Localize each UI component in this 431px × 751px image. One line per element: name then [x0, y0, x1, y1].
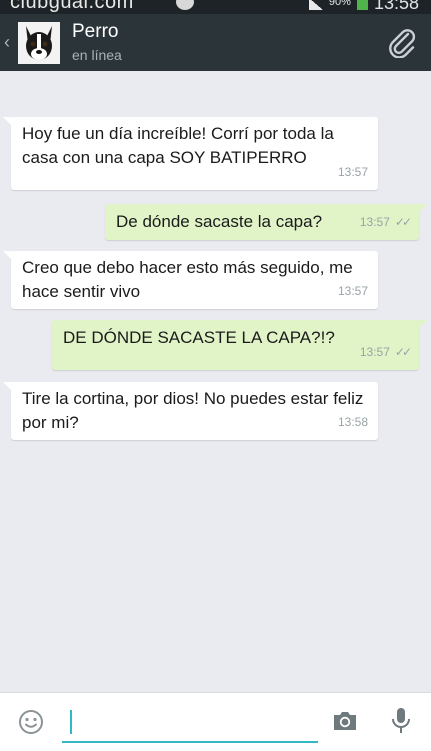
status-bar: clubgual.com 90% 13:58 [0, 0, 431, 14]
message-bubble-incoming[interactable]: Creo que debo hacer esto más seguido, me… [3, 251, 378, 309]
contact-name[interactable]: Perro [72, 21, 118, 43]
paperclip-icon[interactable] [387, 28, 417, 58]
message-time: 13:57 [359, 345, 390, 359]
message-time: 13:57 [337, 284, 368, 298]
message-time: 13:57 [359, 215, 390, 229]
message-text: Creo que debo hacer esto más seguido, me… [22, 258, 353, 301]
clock: 13:58 [373, 0, 419, 13]
message-meta: 13:57 [338, 279, 368, 303]
message-text: De dónde sacaste la capa? [116, 212, 323, 231]
bubble-tail [3, 117, 12, 126]
signal-icon [308, 0, 323, 10]
text-cursor [70, 710, 72, 734]
back-icon[interactable]: ‹ [4, 32, 10, 53]
battery-percent: 90% [328, 0, 351, 8]
avatar[interactable] [18, 22, 60, 64]
message-time: 13:57 [337, 165, 368, 179]
bubble-tail [418, 204, 427, 213]
battery-icon [356, 0, 368, 10]
double-check-icon: ✓✓ [394, 215, 412, 229]
status-bar-right: 90% 13:58 [308, 0, 419, 14]
bubble-tail [3, 251, 12, 260]
message-meta: 13:58 [338, 410, 368, 434]
message-meta: 13:57 [338, 160, 368, 184]
message-bubble-outgoing[interactable]: De dónde sacaste la capa? 13:57 ✓✓ [105, 204, 427, 240]
message-text: Tire la cortina, por dios! No puedes est… [22, 389, 364, 432]
bubble-tail [418, 320, 427, 329]
watermark-logo-icon [176, 0, 194, 10]
chat-header: ‹ Perro en línea [0, 14, 431, 71]
message-text: Hoy fue un día increíble! Corrí por toda… [22, 124, 334, 167]
message-bubble-outgoing[interactable]: DE DÓNDE SACASTE LA CAPA?!? 13:57 ✓✓ [52, 320, 427, 370]
emoji-icon[interactable] [18, 709, 44, 735]
message-text: DE DÓNDE SACASTE LA CAPA?!? [63, 328, 335, 347]
message-meta: 13:57 ✓✓ [359, 210, 412, 234]
message-bubble-incoming[interactable]: Hoy fue un día increíble! Corrí por toda… [3, 117, 378, 190]
double-check-icon: ✓✓ [394, 345, 412, 359]
message-input[interactable] [62, 703, 318, 743]
message-list[interactable]: Hoy fue un día increíble! Corrí por toda… [0, 71, 431, 692]
camera-icon[interactable] [331, 709, 359, 733]
message-bubble-incoming[interactable]: Tire la cortina, por dios! No puedes est… [3, 382, 378, 440]
contact-status: en línea [72, 47, 122, 63]
compose-bar [0, 692, 431, 751]
microphone-icon[interactable] [390, 706, 412, 736]
dog-avatar-icon [18, 22, 60, 64]
message-time: 13:58 [337, 415, 368, 429]
message-meta: 13:57 ✓✓ [359, 340, 412, 364]
bubble-tail [3, 382, 12, 391]
watermark-text: clubgual.com [10, 0, 134, 13]
